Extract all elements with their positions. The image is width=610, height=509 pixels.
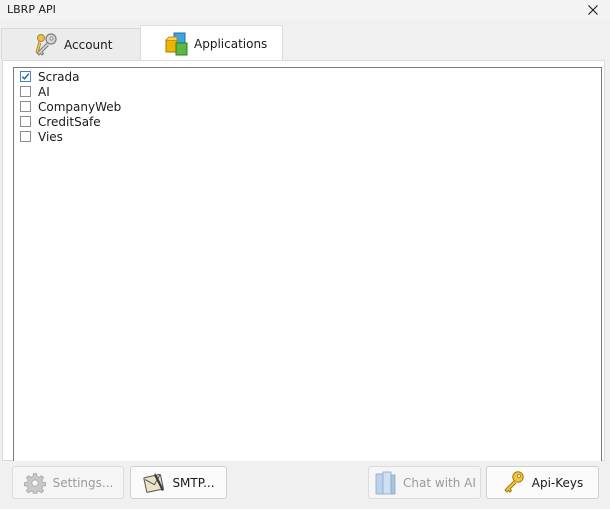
window-title: LBRP API bbox=[7, 3, 56, 16]
list-item-label: Scrada bbox=[38, 69, 80, 84]
button-bar: Settings... SMTP... Chat with AI Api-Key… bbox=[0, 461, 610, 509]
smtp-button[interactable]: SMTP... bbox=[130, 466, 227, 499]
close-button[interactable] bbox=[576, 0, 610, 20]
checkbox-vies[interactable] bbox=[20, 131, 31, 142]
tab-account-label: Account bbox=[64, 37, 113, 52]
list-item-label: Vies bbox=[38, 129, 63, 144]
list-item[interactable]: CompanyWeb bbox=[20, 99, 121, 114]
tab-applications[interactable]: Applications bbox=[140, 25, 283, 61]
smtp-button-label: SMTP... bbox=[172, 475, 215, 490]
applications-panel: Scrada AI CompanyWeb CreditSafe Vies bbox=[2, 60, 605, 463]
list-item[interactable]: AI bbox=[20, 84, 50, 99]
chat-with-ai-button-label: Chat with AI bbox=[403, 475, 476, 490]
key-icon bbox=[32, 31, 60, 59]
chat-with-ai-button[interactable]: Chat with AI bbox=[368, 466, 481, 499]
list-item[interactable]: CreditSafe bbox=[20, 114, 101, 129]
checkbox-ai[interactable] bbox=[20, 86, 31, 97]
settings-button[interactable]: Settings... bbox=[12, 466, 124, 499]
title-bar: LBRP API bbox=[0, 0, 610, 20]
list-item[interactable]: Scrada bbox=[20, 69, 79, 84]
checkbox-companyweb[interactable] bbox=[20, 101, 31, 112]
tab-strip: Account Applications bbox=[0, 24, 610, 62]
tab-applications-label: Applications bbox=[194, 36, 268, 51]
list-item-label: AI bbox=[38, 84, 50, 99]
key-icon bbox=[502, 470, 526, 495]
mail-icon bbox=[142, 471, 166, 495]
api-keys-button[interactable]: Api-Keys bbox=[486, 466, 599, 499]
api-keys-button-label: Api-Keys bbox=[531, 475, 584, 490]
list-item-label: CreditSafe bbox=[38, 114, 101, 129]
tab-account[interactable]: Account bbox=[1, 28, 141, 60]
list-item-label: CompanyWeb bbox=[38, 99, 122, 114]
list-item[interactable]: Vies bbox=[20, 129, 63, 144]
gear-icon bbox=[23, 471, 47, 495]
close-icon bbox=[588, 5, 598, 15]
settings-button-label: Settings... bbox=[52, 475, 114, 490]
checkbox-creditsafe[interactable] bbox=[20, 116, 31, 127]
checkmark-icon bbox=[21, 73, 30, 80]
applications-checklist[interactable]: Scrada AI CompanyWeb CreditSafe Vies bbox=[13, 67, 602, 463]
cubes-icon bbox=[162, 30, 190, 58]
checkbox-scrada[interactable] bbox=[20, 71, 31, 82]
books-icon bbox=[373, 471, 397, 495]
